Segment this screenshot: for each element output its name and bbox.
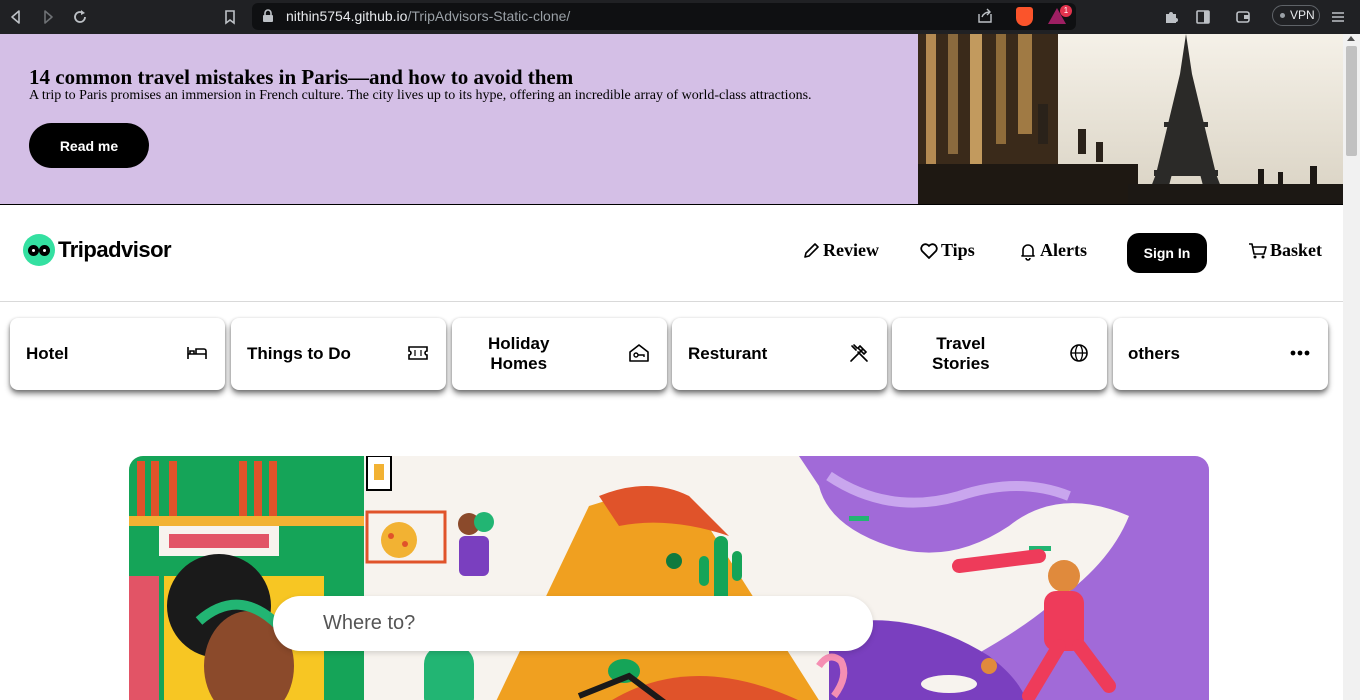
globe-icon <box>1070 344 1088 362</box>
category-label-line1: Holiday <box>488 334 550 353</box>
review-label: Review <box>823 240 879 260</box>
bed-icon <box>187 347 207 359</box>
category-label: Holiday Homes <box>488 334 549 374</box>
basket-link[interactable]: Basket <box>1248 240 1322 261</box>
bell-icon <box>1021 243 1035 261</box>
category-travel-stories[interactable]: Travel Stories <box>892 318 1107 390</box>
share-icon[interactable] <box>976 8 994 24</box>
category-label-line2: Homes <box>490 354 548 373</box>
header-divider <box>0 301 1343 302</box>
url-text: nithin5754.github.io/TripAdvisors-Static… <box>286 8 570 26</box>
page-scrollbar[interactable] <box>1343 34 1360 700</box>
bookmark-icon[interactable] <box>219 6 241 28</box>
category-label: Resturant <box>688 344 768 363</box>
category-label: Travel Stories <box>932 334 990 374</box>
where-to-search-input[interactable] <box>273 596 873 651</box>
sign-in-button[interactable]: Sign In <box>1127 233 1207 273</box>
wallet-icon[interactable] <box>1232 6 1254 28</box>
banner-title: 14 common travel mistakes in Paris—and h… <box>29 65 574 89</box>
vpn-button[interactable]: VPN <box>1272 5 1320 26</box>
heart-icon <box>920 242 938 259</box>
tripadvisor-logo[interactable]: Tripadvisor <box>23 234 172 266</box>
scroll-thumb[interactable] <box>1346 46 1357 156</box>
review-link[interactable]: Review <box>801 240 879 261</box>
tips-label: Tips <box>941 240 975 260</box>
reload-icon[interactable] <box>69 6 91 28</box>
lock-icon <box>263 9 273 22</box>
logo-text: Tripadvisor <box>58 237 172 262</box>
back-icon[interactable] <box>5 6 27 28</box>
category-label: Hotel <box>26 344 69 363</box>
category-others[interactable]: others <box>1113 318 1328 390</box>
home-key-icon <box>629 344 649 362</box>
category-things-to-do[interactable]: Things to Do <box>231 318 446 390</box>
hero-illustration <box>129 456 1209 700</box>
category-hotel[interactable]: Hotel <box>10 318 225 390</box>
banner-description: A trip to Paris promises an immersion in… <box>29 88 812 103</box>
extensions-icon[interactable] <box>1160 6 1182 28</box>
scroll-up-arrow-icon[interactable] <box>1347 36 1355 41</box>
address-bar[interactable]: nithin5754.github.io/TripAdvisors-Static… <box>252 3 1076 30</box>
basket-label: Basket <box>1270 240 1323 260</box>
tips-link[interactable]: Tips <box>919 240 975 261</box>
banner-divider <box>0 204 1343 205</box>
rewards-badge: 1 <box>1060 5 1072 17</box>
paris-eiffel-tower-image <box>918 34 1343 205</box>
browser-toolbar: nithin5754.github.io/TripAdvisors-Static… <box>0 0 1360 34</box>
category-label: others <box>1128 344 1180 363</box>
url-path: /TripAdvisors-Static-clone/ <box>407 8 571 24</box>
fork-knife-icon <box>850 344 868 362</box>
pencil-icon <box>804 242 819 258</box>
category-label-line2: Stories <box>932 354 990 373</box>
cart-icon <box>1249 242 1267 258</box>
forward-icon[interactable] <box>37 6 59 28</box>
category-restaurant[interactable]: Resturant <box>672 318 887 390</box>
sidebar-icon[interactable] <box>1192 6 1214 28</box>
category-label-line1: Travel <box>936 334 986 353</box>
more-dots-icon <box>1290 350 1310 356</box>
menu-icon[interactable] <box>1327 6 1349 28</box>
promo-banner: 14 common travel mistakes in Paris—and h… <box>0 34 918 205</box>
alerts-label: Alerts <box>1040 240 1087 260</box>
brave-shields-icon[interactable] <box>1016 7 1033 26</box>
category-holiday-homes[interactable]: Holiday Homes <box>452 318 667 390</box>
read-me-button[interactable]: Read me <box>29 123 149 168</box>
owl-logo-icon <box>23 234 55 266</box>
category-label: Things to Do <box>247 344 351 363</box>
ticket-icon <box>408 346 428 360</box>
alerts-link[interactable]: Alerts <box>1018 240 1087 261</box>
url-host: nithin5754.github.io <box>286 8 408 24</box>
